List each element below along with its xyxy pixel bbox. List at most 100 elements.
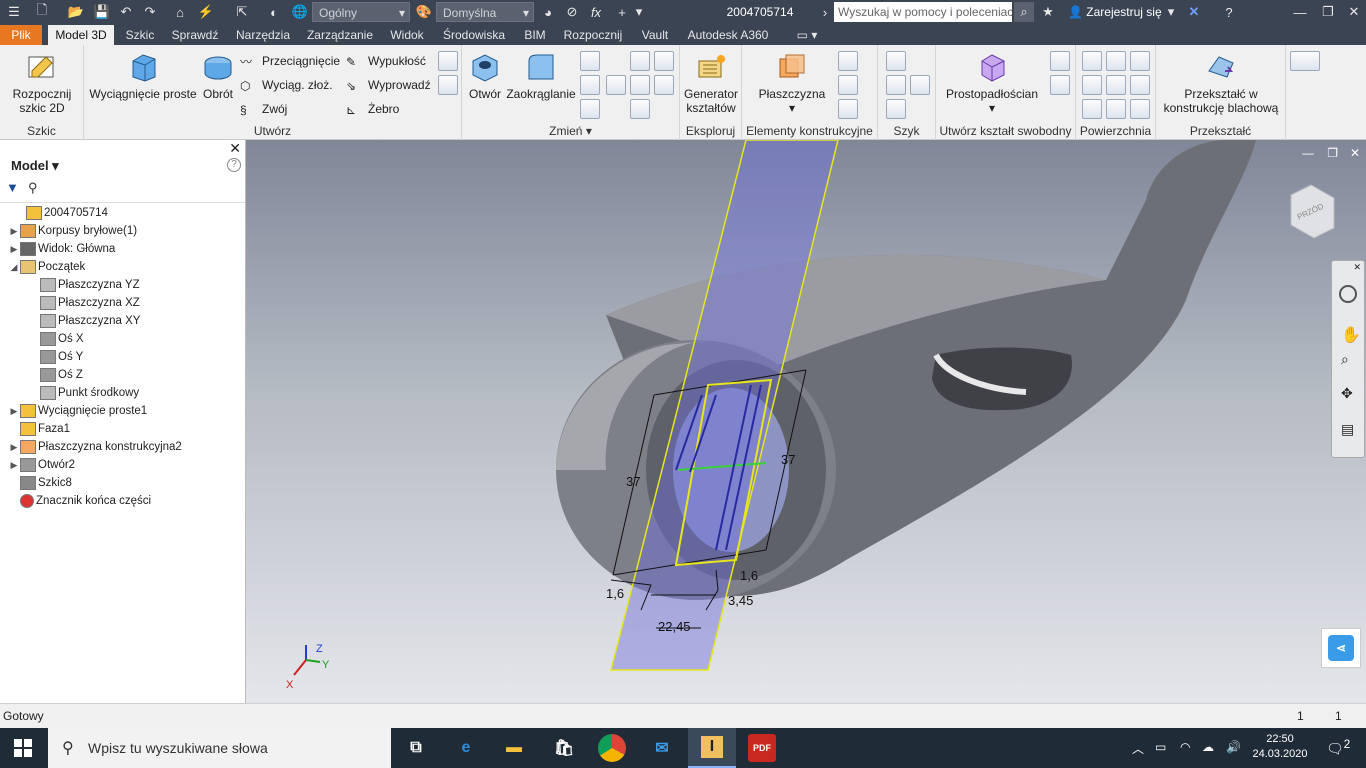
select-mode-icon[interactable]: ⇱: [232, 2, 252, 22]
tree-item[interactable]: Oś Y: [28, 348, 83, 366]
sweep-button[interactable]: 〰 Przeciągnięcie: [240, 51, 340, 71]
material-dropdown[interactable]: Ogólny: [312, 2, 410, 23]
viewport-minimize-icon[interactable]: —: [1302, 146, 1314, 160]
tree-item[interactable]: ▶ Korpusy bryłowe(1): [8, 222, 137, 240]
inventor-taskbar-icon[interactable]: I: [688, 728, 736, 768]
navbar-close-icon[interactable]: ✕: [1353, 262, 1361, 273]
tab-inspect[interactable]: Sprawdź: [166, 25, 224, 45]
split-icon[interactable]: [654, 51, 674, 71]
extend-icon[interactable]: [1106, 75, 1126, 95]
redo-icon[interactable]: ↷: [140, 2, 160, 22]
dim-left-offset[interactable]: 1,6: [606, 586, 624, 601]
repair-icon[interactable]: [1082, 99, 1102, 119]
browser-title[interactable]: Model ▾: [11, 158, 59, 174]
tree-item[interactable]: ▶ Wyciągnięcie proste1: [8, 402, 147, 420]
direct-edit-icon[interactable]: [630, 99, 650, 119]
combine-icon[interactable]: [630, 51, 650, 71]
stitch-icon[interactable]: [1082, 51, 1102, 71]
tree-item[interactable]: Płaszczyzna XZ: [28, 294, 140, 312]
share-button[interactable]: ⋖: [1321, 628, 1361, 668]
tree-expander-icon[interactable]: ◢: [8, 258, 20, 276]
tree-item[interactable]: ▶ Płaszczyzna konstrukcyjna2: [8, 438, 182, 456]
tab-model-3d[interactable]: Model 3D: [48, 25, 114, 45]
close-icon[interactable]: ✕: [1344, 2, 1364, 22]
shape-generator-button[interactable]: Generator kształtów: [682, 51, 740, 115]
draft-icon[interactable]: [580, 99, 600, 119]
tree-item[interactable]: Punkt środkowy: [28, 384, 139, 402]
start-sketch-button[interactable]: Rozpocznij szkic 2D: [4, 51, 80, 115]
viewport-close-icon[interactable]: ✕: [1350, 146, 1360, 160]
tab-get-started[interactable]: Rozpocznij: [558, 25, 628, 45]
point-icon[interactable]: [838, 75, 858, 95]
thread-icon[interactable]: [606, 75, 626, 95]
dim-right-height[interactable]: 37: [781, 452, 795, 467]
fit-mesh-icon[interactable]: [1106, 99, 1126, 119]
battery-icon[interactable]: ▭: [1155, 740, 1166, 754]
rib-button[interactable]: ⊾ Żebro: [346, 99, 399, 119]
dim-thickness[interactable]: 3,45: [728, 593, 753, 608]
start-icon[interactable]: [14, 739, 32, 757]
open-file-icon[interactable]: 📂: [66, 2, 86, 22]
tree-item[interactable]: Oś X: [28, 330, 84, 348]
notifications-icon[interactable]: 🗨2: [1326, 738, 1350, 758]
coil-button[interactable]: § Zwój: [240, 99, 287, 119]
help-search-input[interactable]: Wyszukaj w pomocy i poleceniach: [834, 2, 1012, 22]
tree-item[interactable]: 2004705714: [14, 204, 108, 222]
ucs-icon[interactable]: [838, 99, 858, 119]
volume-icon[interactable]: 🔊: [1226, 740, 1241, 754]
tree-expander-icon[interactable]: ▶: [8, 402, 20, 420]
plane-button[interactable]: Płaszczyzna ▾: [748, 51, 836, 115]
patch-icon[interactable]: [1130, 51, 1150, 71]
ribbon-display-toggle[interactable]: ▭ ▾: [790, 25, 824, 45]
wifi-icon[interactable]: ◠: [1180, 740, 1190, 754]
store-icon[interactable]: 🛍: [550, 734, 578, 762]
new-file-icon[interactable]: 🗋: [32, 2, 52, 22]
tab-tools[interactable]: Narzędzia: [230, 25, 296, 45]
rectangular-pattern-icon[interactable]: [886, 51, 906, 71]
shell-icon[interactable]: [580, 75, 600, 95]
search-expand-icon[interactable]: ›: [818, 2, 832, 22]
undo-icon[interactable]: ↶: [116, 2, 136, 22]
axis-icon[interactable]: [838, 51, 858, 71]
tree-item[interactable]: ◢ Początek: [8, 258, 85, 276]
convert-sheet-metal-button[interactable]: Przekształć w konstrukcję blachową: [1160, 51, 1282, 115]
add-icon[interactable]: +: [612, 2, 632, 22]
unwrap-icon[interactable]: [438, 75, 458, 95]
tree-item[interactable]: ▶ Widok: Główna: [8, 240, 115, 258]
sculpt-icon[interactable]: [1106, 51, 1126, 71]
dim-width[interactable]: 22,45: [658, 619, 691, 634]
look-at-icon[interactable]: ▤: [1341, 421, 1354, 438]
tab-vault[interactable]: Vault: [634, 25, 676, 45]
parameters-icon[interactable]: fx: [586, 2, 606, 22]
tree-item[interactable]: Znacznik końca części: [8, 492, 151, 510]
replace-face-icon[interactable]: [1130, 75, 1150, 95]
update-icon[interactable]: ⚡: [196, 2, 216, 22]
app-menu-icon[interactable]: ☰: [4, 2, 24, 22]
tree-expander-icon[interactable]: ▶: [8, 222, 20, 240]
tab-sketch[interactable]: Szkic: [120, 25, 160, 45]
home-icon[interactable]: ⌂: [170, 2, 190, 22]
revolve-button[interactable]: Obrót: [198, 51, 238, 101]
ribbon-options-icon[interactable]: [1290, 51, 1320, 71]
emboss-button[interactable]: ✎ Wypukłość: [346, 51, 426, 71]
zoom-icon[interactable]: ⌕: [1341, 351, 1349, 368]
chrome-icon[interactable]: [598, 734, 626, 762]
taskbar-search-input[interactable]: Wpisz tu wyszukiwane słowa: [48, 728, 391, 768]
hole-button[interactable]: Otwór: [466, 51, 504, 101]
save-icon[interactable]: 💾: [92, 2, 112, 22]
convert-freeform-icon[interactable]: [1050, 51, 1070, 71]
tree-item[interactable]: Szkic8: [8, 474, 72, 492]
file-explorer-icon[interactable]: ▬: [500, 734, 528, 762]
sketch-pattern-icon[interactable]: [886, 99, 906, 119]
browser-close-icon[interactable]: ✕: [229, 140, 241, 157]
customize-icon[interactable]: ▾: [632, 2, 646, 22]
fillet-button[interactable]: Zaokrąglanie: [506, 51, 576, 101]
tab-file[interactable]: Plik: [0, 25, 42, 45]
dim-right-offset[interactable]: 1,6: [740, 568, 758, 583]
tab-view[interactable]: Widok: [384, 25, 430, 45]
tab-bim[interactable]: BIM: [518, 25, 552, 45]
tree-item[interactable]: Płaszczyzna YZ: [28, 276, 140, 294]
loft-button[interactable]: ⬡ Wyciąg. złoż.: [240, 75, 333, 95]
tab-a360[interactable]: Autodesk A360: [682, 25, 774, 45]
thicken-icon[interactable]: [630, 75, 650, 95]
